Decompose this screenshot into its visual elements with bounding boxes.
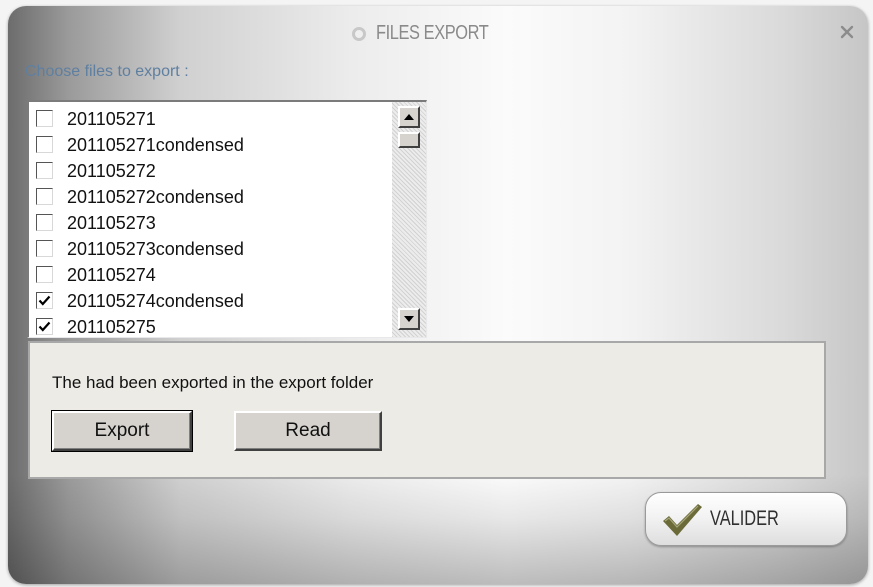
- checkmark-icon: [38, 321, 51, 332]
- export-panel: The had been exported in the export fold…: [28, 341, 826, 479]
- valider-button[interactable]: VALIDER: [645, 492, 847, 546]
- export-button[interactable]: Export: [51, 410, 193, 452]
- title-bar: FILES EXPORT: [352, 22, 513, 45]
- file-list-item[interactable]: 201105274condensed: [29, 288, 389, 314]
- checkmark-icon: [38, 295, 51, 306]
- screen: FILES EXPORT Choose files to export : 20…: [0, 0, 873, 587]
- close-icon[interactable]: [838, 23, 856, 41]
- checkbox[interactable]: [36, 266, 53, 283]
- scroll-down-button[interactable]: [398, 308, 420, 330]
- file-list-item-label: 201105272condensed: [67, 187, 244, 207]
- scroll-thumb[interactable]: [398, 132, 420, 148]
- read-button[interactable]: Read: [234, 411, 382, 451]
- file-list-item[interactable]: 201105273condensed: [29, 236, 389, 262]
- file-list-item-label: 201105272: [67, 161, 156, 181]
- file-list[interactable]: 201105271 201105271condensed 201105272 2011…: [27, 100, 427, 338]
- list-scrollbar[interactable]: [392, 102, 426, 337]
- file-list-item[interactable]: 201105272: [29, 158, 389, 184]
- export-status-text: The had been exported in the export fold…: [52, 373, 374, 392]
- arrow-up-icon: [404, 114, 414, 120]
- file-list-items: 201105271 201105271condensed 201105272 2011…: [29, 106, 389, 337]
- scroll-up-button[interactable]: [398, 106, 420, 128]
- checkbox[interactable]: [36, 162, 53, 179]
- file-list-item[interactable]: 201105275: [29, 314, 389, 337]
- file-list-item[interactable]: 201105272condensed: [29, 184, 389, 210]
- file-list-item-label: 201105275: [67, 317, 156, 337]
- circle-icon: [352, 26, 366, 41]
- file-list-item-label: 201105274: [67, 265, 156, 285]
- file-list-item-label: 201105273condensed: [67, 239, 244, 259]
- file-list-item-label: 201105271condensed: [67, 135, 244, 155]
- checkbox-checked[interactable]: [36, 318, 53, 335]
- checkbox[interactable]: [36, 214, 53, 231]
- checkbox[interactable]: [36, 110, 53, 127]
- checkbox[interactable]: [36, 136, 53, 153]
- file-list-item[interactable]: 201105271condensed: [29, 132, 389, 158]
- file-list-item[interactable]: 201105274: [29, 262, 389, 288]
- arrow-down-icon: [404, 316, 414, 322]
- file-list-item[interactable]: 201105273: [29, 210, 389, 236]
- valider-label: VALIDER: [710, 507, 779, 530]
- choose-files-label: Choose files to export :: [25, 63, 189, 80]
- file-list-item-label: 201105273: [67, 213, 156, 233]
- checkbox[interactable]: [36, 240, 53, 257]
- file-list-item-label: 201105271: [67, 109, 156, 129]
- dialog-title: FILES EXPORT: [376, 22, 489, 44]
- checkmark-icon: [663, 504, 702, 536]
- file-list-item-label: 201105274condensed: [67, 291, 244, 311]
- checkbox-checked[interactable]: [36, 292, 53, 309]
- checkbox[interactable]: [36, 188, 53, 205]
- file-list-item[interactable]: 201105271: [29, 106, 389, 132]
